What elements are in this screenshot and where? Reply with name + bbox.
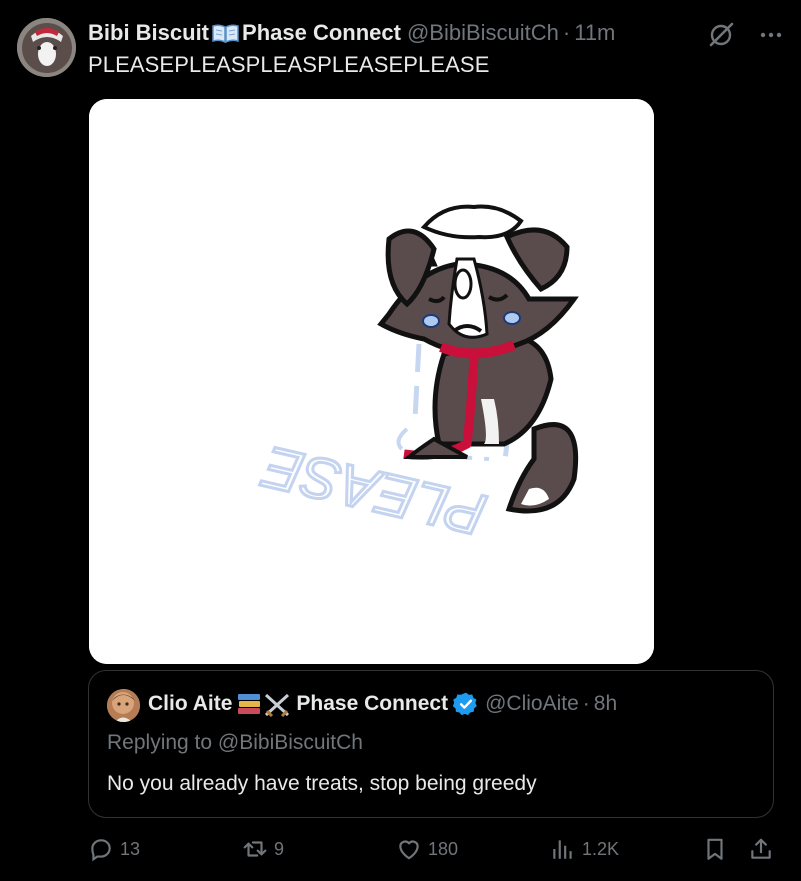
like-count: 180 xyxy=(428,838,459,859)
quoted-author-affiliation[interactable]: Phase Connect xyxy=(296,692,448,716)
books-and-swords-icon xyxy=(238,693,290,717)
tweet-time[interactable]: 11m xyxy=(574,20,615,46)
author-avatar[interactable] xyxy=(17,18,76,77)
quoted-separator-dot: · xyxy=(582,692,590,715)
bookmark-button[interactable] xyxy=(702,836,728,862)
avatar-image xyxy=(17,18,76,77)
share-button[interactable] xyxy=(748,836,774,862)
quoted-tweet-text: No you already have treats, stop being g… xyxy=(107,772,537,795)
quoted-tweet-header: Clio Aite Phase Connect @ClioAite · 8h xyxy=(148,691,617,717)
grok-icon[interactable] xyxy=(706,20,736,50)
quoted-author-handle[interactable]: @ClioAite xyxy=(485,692,579,716)
reply-button[interactable]: 13 xyxy=(88,836,140,862)
views-button[interactable]: 1.2K xyxy=(550,836,619,862)
tweet-media[interactable]: PLEASE xyxy=(89,99,654,664)
tweet-top-actions xyxy=(706,20,786,50)
repost-count: 9 xyxy=(274,838,285,859)
quoted-tweet[interactable]: Clio Aite Phase Connect @ClioAite · 8h R… xyxy=(88,670,774,818)
tweet-header: Bibi Biscuit Phase Connect @BibiBiscuitC… xyxy=(88,19,615,47)
repost-icon xyxy=(243,841,267,857)
dog-drawing-image: PLEASE xyxy=(89,99,654,664)
quoted-author-avatar[interactable] xyxy=(107,689,140,722)
quoted-tweet-time[interactable]: 8h xyxy=(594,692,617,716)
tweet-text: PLEASEPLEASPLEASPLEASEPLEASE xyxy=(88,52,490,77)
open-book-icon xyxy=(212,24,239,43)
quoted-avatar-image xyxy=(107,689,140,722)
tweet-action-bar: 13 9 180 1.2K xyxy=(88,836,778,870)
share-icon xyxy=(751,838,771,859)
reply-count: 13 xyxy=(120,838,141,859)
views-chart-icon xyxy=(553,840,572,859)
like-button[interactable]: 180 xyxy=(396,836,458,862)
author-handle[interactable]: @BibiBiscuitCh xyxy=(407,20,559,46)
author-affiliation[interactable]: Phase Connect xyxy=(242,20,401,46)
separator-dot: · xyxy=(562,20,571,45)
reply-icon xyxy=(91,839,111,862)
bookmark-icon xyxy=(707,838,723,860)
heart-icon xyxy=(399,840,419,860)
view-count: 1.2K xyxy=(582,838,620,859)
more-icon[interactable] xyxy=(756,20,786,50)
verified-badge-icon xyxy=(453,692,477,716)
replying-to[interactable]: Replying to @BibiBiscuitCh xyxy=(107,731,363,755)
repost-button[interactable]: 9 xyxy=(242,836,284,862)
quoted-author-name[interactable]: Clio Aite xyxy=(148,692,232,716)
author-name[interactable]: Bibi Biscuit xyxy=(88,20,209,46)
